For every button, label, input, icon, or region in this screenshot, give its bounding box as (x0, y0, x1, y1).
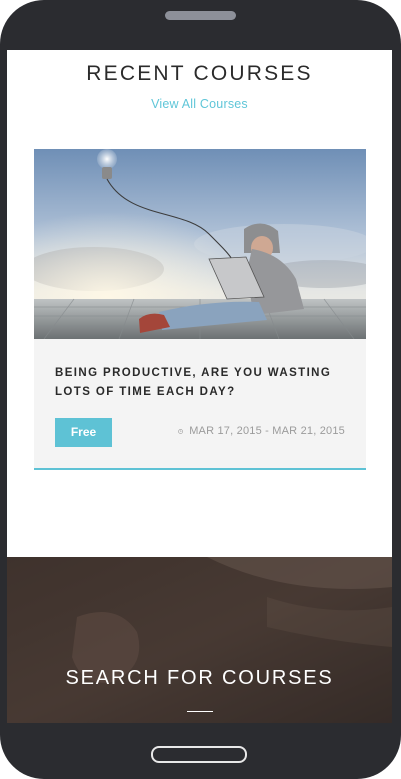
course-card[interactable]: BEING PRODUCTIVE, ARE YOU WASTING LOTS O… (34, 149, 366, 470)
price-badge[interactable]: Free (55, 418, 112, 447)
course-title[interactable]: BEING PRODUCTIVE, ARE YOU WASTING LOTS O… (55, 364, 355, 402)
search-section: SEARCH FOR COURSES (7, 557, 392, 723)
course-image[interactable] (34, 149, 366, 339)
view-all-courses-link[interactable]: View All Courses (7, 97, 392, 111)
phone-frame: RECENT COURSES View All Courses BEING PR… (0, 0, 401, 779)
search-section-title: SEARCH FOR COURSES (65, 667, 334, 689)
home-button[interactable] (151, 746, 247, 763)
search-background-image (7, 557, 392, 723)
course-date: MAR 17, 2015 - MAR 21, 2015 (178, 425, 345, 437)
course-date-text: MAR 17, 2015 - MAR 21, 2015 (189, 425, 345, 437)
section-title: RECENT COURSES (86, 62, 313, 85)
phone-screen: RECENT COURSES View All Courses BEING PR… (7, 50, 392, 723)
clock-icon (178, 428, 183, 434)
title-divider (187, 711, 213, 712)
phone-speaker (165, 11, 236, 20)
